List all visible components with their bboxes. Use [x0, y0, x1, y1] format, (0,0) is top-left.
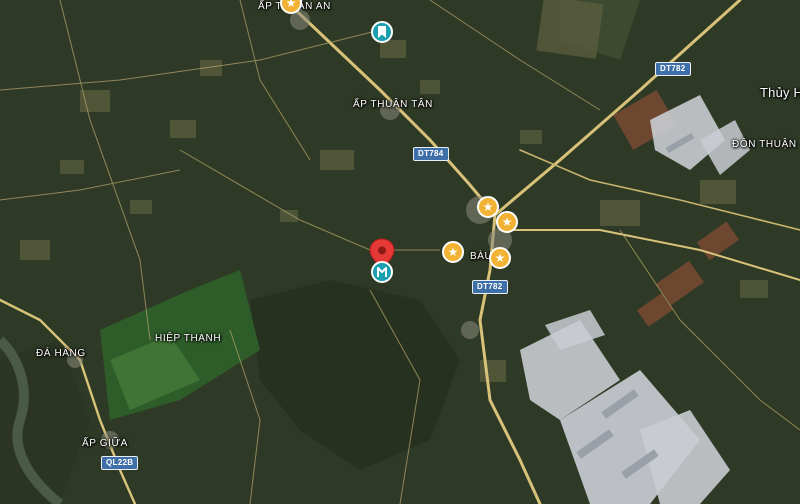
- star-marker[interactable]: ★: [442, 241, 464, 263]
- star-icon: ★: [494, 251, 506, 265]
- road-shield-dt782-south: DT782: [472, 280, 508, 294]
- map-pin-icon: [369, 238, 395, 283]
- star-icon: ★: [285, 0, 297, 10]
- star-icon: ★: [501, 215, 513, 229]
- place-label-da-hang: ĐÁ HÀNG: [36, 348, 86, 359]
- place-label-ap-giua: ẤP GIỮA: [82, 438, 128, 449]
- place-label-don-thuan: ĐÔN THUẬN: [732, 139, 797, 150]
- star-marker[interactable]: ★: [496, 211, 518, 233]
- star-icon: ★: [482, 200, 494, 214]
- road-shield-ql22b: QL22B: [101, 456, 139, 470]
- star-marker[interactable]: ★: [489, 247, 511, 269]
- bookmark-icon: [378, 26, 386, 38]
- star-marker[interactable]: ★: [477, 196, 499, 218]
- satellite-map[interactable]: ẤP THUẬN AN ẤP THUẬN TÂN Thủy H ĐÔN THUẬ…: [0, 0, 800, 504]
- saved-place-marker[interactable]: [371, 21, 393, 43]
- road-shield-dt784: DT784: [413, 147, 449, 161]
- selected-location-pin[interactable]: [368, 238, 396, 284]
- place-label-ap-thuan-tan: ẤP THUẬN TÂN: [353, 99, 433, 110]
- place-label-thuy-h: Thủy H: [760, 85, 800, 100]
- star-icon: ★: [447, 245, 459, 259]
- place-label-hiep-thanh: HIỆP THẠNH: [155, 333, 222, 344]
- road-shield-dt782-north: DT782: [655, 62, 691, 76]
